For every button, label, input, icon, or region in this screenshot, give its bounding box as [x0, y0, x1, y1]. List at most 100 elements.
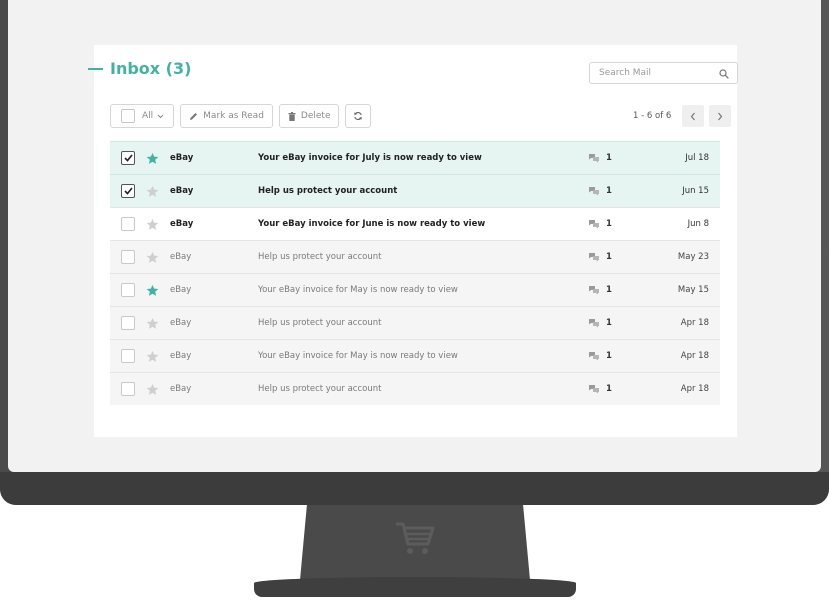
mail-row[interactable]: eBay Your eBay invoice for May is now rea…: [110, 339, 720, 372]
pagination-text: 1 - 6 of 6: [633, 111, 672, 121]
chevron-right-icon: [717, 112, 723, 121]
shopping-cart-icon: [394, 520, 436, 556]
mail-sender: eBay: [170, 252, 192, 262]
mail-row[interactable]: eBay Your eBay invoice for July is now re…: [110, 141, 720, 174]
row-checkbox[interactable]: [121, 382, 135, 396]
row-checkbox[interactable]: [121, 349, 135, 363]
monitor-screen: Inbox (3) All: [8, 0, 821, 472]
chevron-left-icon: [690, 112, 696, 121]
mail-row[interactable]: eBay Help us protect your account 1 Apr 18: [110, 372, 720, 405]
toolbar: All Mark as Read Delete: [110, 104, 372, 130]
pagination: 1 - 6 of 6: [633, 105, 732, 127]
mail-sender: eBay: [170, 186, 194, 196]
row-checkbox[interactable]: [121, 316, 135, 330]
thread-count: 1: [588, 285, 612, 295]
next-page-button[interactable]: [709, 105, 732, 127]
monitor-mockup: Inbox (3) All: [0, 0, 829, 600]
previous-page-button[interactable]: [682, 105, 705, 127]
thread-count: 1: [588, 252, 612, 262]
row-checkbox[interactable]: [121, 283, 135, 297]
star-icon[interactable]: [145, 184, 159, 198]
thread-count: 1: [588, 219, 612, 229]
refresh-icon: [353, 111, 363, 121]
mail-date: Apr 18: [680, 351, 709, 361]
conversation-icon: [588, 153, 600, 163]
inbox-title-text: Inbox (3): [110, 59, 192, 78]
mail-list: eBay Your eBay invoice for July is now re…: [110, 141, 720, 405]
title-dash: [88, 67, 103, 70]
thread-count: 1: [588, 351, 612, 361]
mail-row[interactable]: eBay Help us protect your account 1 May 23: [110, 240, 720, 273]
mail-row[interactable]: eBay Help us protect your account 1 Apr 18: [110, 306, 720, 339]
page-title: Inbox (3): [88, 59, 191, 78]
mark-as-read-button[interactable]: Mark as Read: [180, 104, 273, 128]
mail-sender: eBay: [170, 351, 192, 361]
thread-count: 1: [588, 318, 612, 328]
thread-count: 1: [588, 186, 612, 196]
thread-count-number: 1: [606, 285, 612, 295]
mail-subject[interactable]: Help us protect your account: [258, 186, 397, 196]
mail-row[interactable]: eBay Help us protect your account 1 Jun 15: [110, 174, 720, 207]
star-icon[interactable]: [145, 250, 159, 264]
star-icon[interactable]: [145, 217, 159, 231]
pencil-icon: [189, 112, 198, 121]
conversation-icon: [588, 252, 600, 262]
refresh-button[interactable]: [345, 104, 372, 128]
thread-count: 1: [588, 153, 612, 163]
thread-count-number: 1: [606, 351, 612, 361]
mail-subject[interactable]: Your eBay invoice for May is now ready t…: [258, 351, 458, 361]
mail-subject[interactable]: Your eBay invoice for May is now ready t…: [258, 285, 458, 295]
mail-date: Jun 15: [682, 186, 709, 196]
mail-subject[interactable]: Your eBay invoice for July is now ready …: [258, 153, 482, 163]
star-icon[interactable]: [145, 316, 159, 330]
mail-sender: eBay: [170, 219, 194, 229]
star-icon[interactable]: [145, 151, 159, 165]
row-checkbox[interactable]: [121, 217, 135, 231]
thread-count-number: 1: [606, 219, 612, 229]
star-icon[interactable]: [145, 382, 159, 396]
mail-subject[interactable]: Help us protect your account: [258, 384, 381, 394]
mail-sender: eBay: [170, 318, 192, 328]
row-checkbox[interactable]: [121, 151, 135, 165]
mail-subject[interactable]: Help us protect your account: [258, 318, 381, 328]
mail-row[interactable]: eBay Your eBay invoice for May is now rea…: [110, 273, 720, 306]
thread-count-number: 1: [606, 153, 612, 163]
select-all-checkbox[interactable]: [121, 109, 135, 123]
mail-date: Apr 18: [680, 384, 709, 394]
conversation-icon: [588, 285, 600, 295]
mail-subject[interactable]: Your eBay invoice for June is now ready …: [258, 219, 485, 229]
conversation-icon: [588, 351, 600, 361]
search-input[interactable]: [599, 68, 699, 78]
thread-count-number: 1: [606, 384, 612, 394]
mail-date: Apr 18: [680, 318, 709, 328]
mail-date: Jun 8: [687, 219, 709, 229]
conversation-icon: [588, 318, 600, 328]
star-icon[interactable]: [145, 283, 159, 297]
thread-count-number: 1: [606, 252, 612, 262]
monitor-stand-base: [254, 577, 576, 597]
star-icon[interactable]: [145, 349, 159, 363]
thread-count-number: 1: [606, 186, 612, 196]
search-icon[interactable]: [719, 64, 729, 83]
row-checkbox[interactable]: [121, 184, 135, 198]
delete-label: Delete: [300, 111, 331, 121]
mail-sender: eBay: [170, 153, 194, 163]
monitor-chin: [0, 472, 829, 505]
select-all-dropdown[interactable]: All: [110, 104, 175, 128]
conversation-icon: [588, 219, 600, 229]
search-box[interactable]: [589, 62, 738, 84]
chevron-down-icon: [157, 114, 164, 119]
mail-date: May 15: [677, 285, 709, 295]
mail-date: Jul 18: [685, 153, 709, 163]
thread-count: 1: [588, 384, 612, 394]
select-all-label: All: [142, 111, 154, 121]
conversation-icon: [588, 186, 600, 196]
conversation-icon: [588, 384, 600, 394]
mail-subject[interactable]: Help us protect your account: [258, 252, 381, 262]
checkmark-icon: [123, 154, 133, 162]
mail-row[interactable]: eBay Your eBay invoice for June is now re…: [110, 207, 720, 240]
mail-sender: eBay: [170, 384, 192, 394]
row-checkbox[interactable]: [121, 250, 135, 264]
delete-button[interactable]: Delete: [278, 104, 340, 128]
mail-date: May 23: [677, 252, 709, 262]
